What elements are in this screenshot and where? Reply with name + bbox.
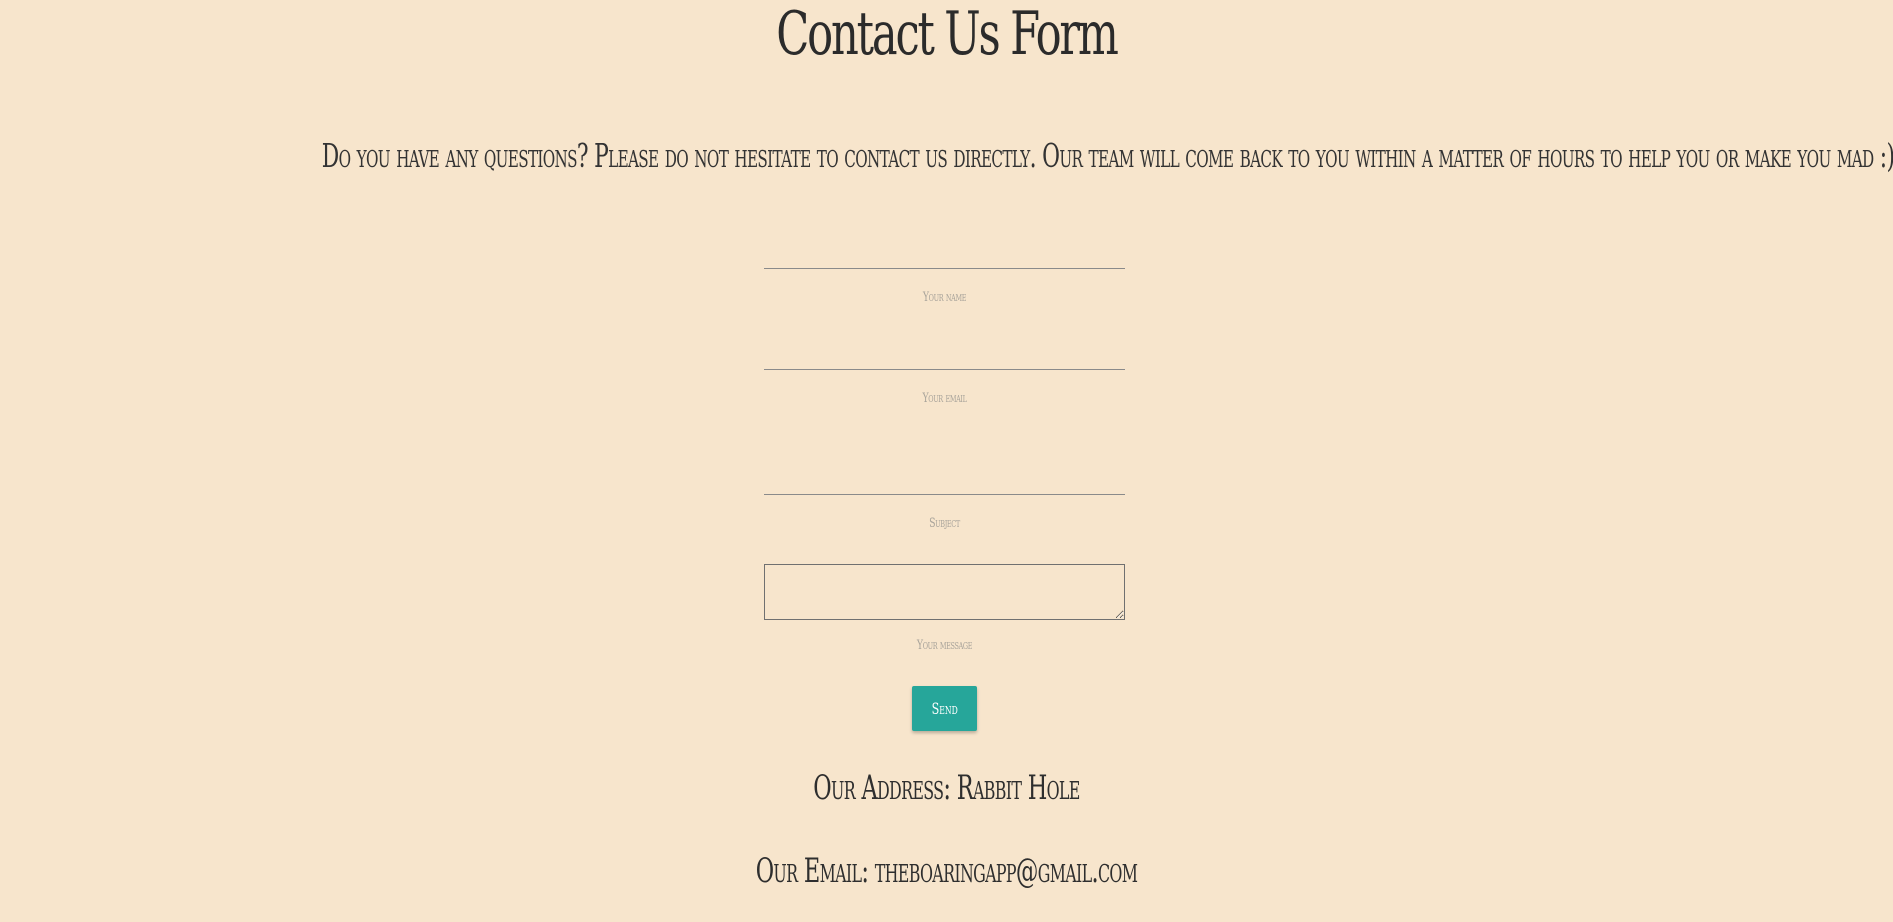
message-label: Your message	[916, 638, 973, 653]
contact-email-text: Our Email: theboaringapp@gmail.com	[755, 851, 1138, 891]
email-label: Your email	[922, 391, 967, 406]
address-text: Our Address: Rabbit Hole	[813, 768, 1080, 808]
intro-text: Do you have any questions? Please do not…	[321, 136, 1893, 175]
name-label: Your name	[922, 290, 967, 305]
subject-label: Subject	[929, 516, 960, 531]
page-title: Contact Us Form	[776, 0, 1119, 69]
send-button-label: Send	[931, 699, 958, 718]
name-input[interactable]	[764, 238, 1125, 269]
message-textarea[interactable]	[764, 564, 1125, 620]
send-button[interactable]: Send	[912, 686, 977, 731]
email-input[interactable]	[764, 339, 1125, 370]
subject-input[interactable]	[764, 464, 1125, 495]
